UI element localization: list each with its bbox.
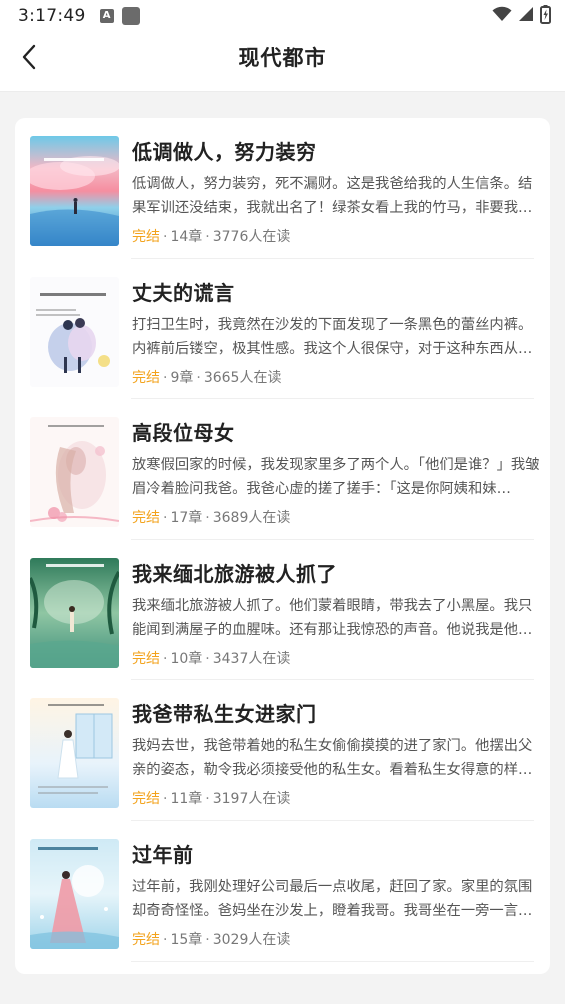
wifi-icon — [492, 6, 512, 26]
reader-count: 3437人在读 — [212, 650, 291, 667]
chapter-count: 9章 — [170, 369, 194, 386]
reader-count: 3689人在读 — [212, 510, 291, 527]
status-indicators — [492, 4, 551, 28]
chapter-count: 11章 — [170, 791, 203, 808]
book-meta: 完结 · 9章 · 3665人在读 — [132, 369, 282, 386]
book-description: 过年前，我刚处理好公司最后一点收尾，赶回了家。家里的氛围却奇奇怪怪。爸妈坐在沙发… — [132, 878, 533, 919]
book-meta: 完结 · 10章 · 3437人在读 — [132, 650, 291, 667]
cellular-signal-icon — [518, 6, 534, 26]
book-list: 低调做人，努力装穷 低调做人，努力装穷，死不漏财。这是我爸给我的人生信条。结果军… — [15, 118, 550, 962]
book-meta: 完结 · 14章 · 3776人在读 — [132, 229, 291, 245]
book-description: 低调做人，努力装穷，死不漏财。这是我爸给我的人生信条。结果军训还没结束，我就出名… — [132, 176, 533, 216]
book-item[interactable]: 我来缅北旅游被人抓了 我来缅北旅游被人抓了。他们蒙着眼睛，带我去了小黑屋。我只能… — [15, 540, 550, 681]
book-description: 放寒假回家的时候，我发现家里多了两个人。「他们是谁？」我皱眉冷着脸问我爸。我爸心… — [132, 457, 540, 498]
book-title: 过年前 — [132, 842, 194, 867]
chapter-count: 15章 — [170, 931, 203, 948]
book-title: 高段位母女 — [132, 421, 235, 446]
book-cover-image — [30, 698, 119, 809]
page-title: 现代都市 — [238, 46, 327, 70]
book-description: 我来缅北旅游被人抓了。他们蒙着眼睛，带我去了小黑屋。我只能闻到满屋子的血腥味。还… — [132, 597, 533, 638]
book-item[interactable]: 我爸带私生女进家门 我妈去世，我爸带着她的私生女偷偷摸摸的进了家门。他摆出父亲的… — [15, 680, 550, 821]
app-notification-icon — [121, 7, 140, 25]
reader-count: 3776人在读 — [212, 229, 291, 245]
status-badge: 完结 — [132, 510, 160, 527]
book-cover-image — [30, 136, 119, 246]
reader-count: 3197人在读 — [212, 791, 291, 808]
status-badge: 完结 — [132, 229, 160, 245]
book-item[interactable]: 过年前 过年前，我刚处理好公司最后一点收尾，赶回了家。家里的氛围却奇奇怪怪。爸妈… — [15, 821, 550, 962]
book-item[interactable]: 低调做人，努力装穷 低调做人，努力装穷，死不漏财。这是我爸给我的人生信条。结果军… — [15, 118, 550, 259]
divider — [131, 960, 534, 962]
status-badge: 完结 — [132, 650, 160, 667]
book-cover-image — [30, 417, 119, 528]
book-cover-image — [30, 557, 119, 668]
book-description: 我妈去世，我爸带着她的私生女偷偷摸摸的进了家门。他摆出父亲的姿态，勒令我必须接受… — [132, 738, 533, 779]
book-title: 低调做人，努力装穷 — [132, 140, 317, 164]
book-cover-image — [30, 276, 119, 387]
book-title: 丈夫的谎言 — [132, 280, 235, 305]
book-item[interactable]: 高段位母女 放寒假回家的时候，我发现家里多了两个人。「他们是谁？」我皱眉冷着脸问… — [15, 399, 550, 540]
book-list-card: 低调做人，努力装穷 低调做人，努力装穷，死不漏财。这是我爸给我的人生信条。结果军… — [15, 118, 550, 974]
chapter-count: 10章 — [170, 650, 203, 667]
status-time: 3:17:49 — [18, 6, 86, 26]
status-badge: 完结 — [132, 369, 160, 386]
book-meta: 完结 · 15章 · 3029人在读 — [132, 931, 291, 948]
book-cover-image — [30, 838, 119, 949]
book-title: 我爸带私生女进家门 — [132, 702, 317, 727]
book-item[interactable]: 丈夫的谎言 打扫卫生时，我竟然在沙发的下面发现了一条黑色的蕾丝内裤。内裤前后镂空… — [15, 259, 550, 400]
battery-charging-icon — [540, 4, 551, 28]
title-bar: 现代都市 — [0, 32, 565, 92]
a-notification-icon: A — [99, 9, 114, 23]
book-meta: 完结 · 11章 · 3197人在读 — [132, 791, 291, 808]
status-bar: 3:17:49 A — [0, 0, 565, 32]
status-notifications: A — [99, 7, 140, 25]
chapter-count: 17章 — [170, 510, 203, 527]
chapter-count: 14章 — [170, 229, 203, 245]
reader-count: 3029人在读 — [212, 931, 291, 948]
book-meta: 完结 · 17章 · 3689人在读 — [132, 510, 291, 527]
status-badge: 完结 — [132, 791, 160, 808]
book-description: 打扫卫生时，我竟然在沙发的下面发现了一条黑色的蕾丝内裤。内裤前后镂空，极其性感。… — [132, 316, 533, 357]
status-badge: 完结 — [132, 931, 160, 948]
book-title: 我来缅北旅游被人抓了 — [132, 561, 337, 586]
reader-count: 3665人在读 — [203, 369, 282, 386]
